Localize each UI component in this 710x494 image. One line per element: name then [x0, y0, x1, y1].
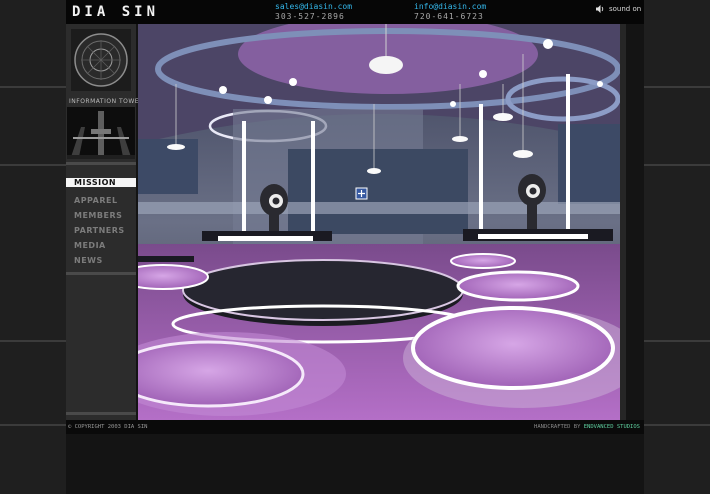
- nav-mission[interactable]: MISSION: [66, 178, 136, 187]
- sales-email-link[interactable]: sales@diasin.com: [275, 2, 352, 12]
- nav-media[interactable]: MEDIA: [66, 238, 136, 253]
- info-email-link[interactable]: info@diasin.com: [414, 2, 486, 12]
- nav-partners[interactable]: PARTNERS: [66, 223, 136, 238]
- credit-text: HANDCRAFTED BY ENDVANCED STUDIOS: [534, 420, 640, 434]
- hero-render-image: [138, 24, 620, 420]
- information-tower-thumbnail[interactable]: [67, 107, 135, 159]
- information-tower-label: INFORMATION TOWER: [69, 98, 144, 105]
- sidebar-divider: [66, 272, 136, 275]
- speaker-icon: [596, 5, 604, 13]
- emblem-logo: [71, 29, 131, 91]
- copyright-text: © COPYRIGHT 2003 DIA SIN: [68, 424, 148, 430]
- nav-members[interactable]: MEMBERS: [66, 208, 136, 223]
- info-phone: 720-641-6723: [414, 12, 484, 21]
- info-contact: info@diasin.com 720-641-6723: [414, 2, 486, 22]
- nav-apparel[interactable]: APPAREL: [66, 193, 136, 208]
- right-edge-bar: [620, 24, 626, 420]
- sidebar-divider: [66, 162, 136, 165]
- credit-prefix: HANDCRAFTED BY: [534, 424, 581, 430]
- studio-link[interactable]: ENDVANCED STUDIOS: [584, 424, 640, 430]
- site-logo[interactable]: DIA SIN: [72, 4, 159, 20]
- main-nav: MISSION APPAREL MEMBERS PARTNERS MEDIA N…: [66, 178, 136, 268]
- sidebar: INFORMATION TOWER MISSION APPAREL MEMBER…: [66, 24, 143, 420]
- nav-news[interactable]: NEWS: [66, 253, 136, 268]
- sales-phone: 303-527-2896: [275, 12, 345, 21]
- sound-toggle[interactable]: sound on: [596, 5, 641, 13]
- sales-contact: sales@diasin.com 303-527-2896: [275, 2, 352, 22]
- sound-label: sound on: [609, 5, 642, 13]
- sidebar-divider: [66, 412, 136, 415]
- footer: © COPYRIGHT 2003 DIA SIN HANDCRAFTED BY …: [66, 420, 644, 434]
